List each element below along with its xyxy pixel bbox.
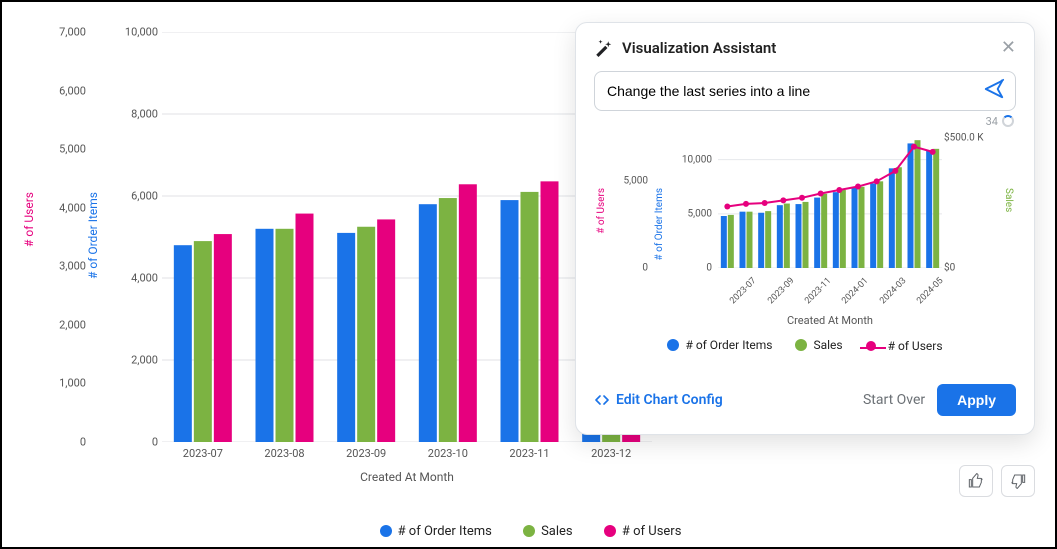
thumbs-down-icon (1010, 473, 1026, 489)
preview-plot-area (718, 138, 942, 268)
preview-y-label-users: # of Users (596, 188, 607, 234)
legend-item-sales[interactable]: Sales (523, 524, 573, 539)
preview-legend-users[interactable]: # of Users (866, 339, 943, 353)
preview-chart: # of Users # of Order Items Sales 05,000… (596, 138, 1014, 368)
y-axis-label-order-items: # of Order Items (86, 192, 100, 279)
spinner-icon (1002, 115, 1014, 127)
preview-xticks: 2023-072023-092023-112024-012024-032024-… (718, 272, 942, 312)
app-frame: # of Users # of Order Items 01,0002,0003… (0, 0, 1057, 549)
preview-yticks-users: 05,000 (608, 138, 648, 268)
y-axis-ticks-order-items: 02,0004,0006,0008,00010,000 (112, 32, 158, 442)
preview-card: # of Users # of Order Items Sales 05,000… (594, 134, 1016, 370)
code-icon (594, 392, 610, 408)
y-axis-ticks-users: 01,0002,0003,0004,0005,0006,0007,000 (40, 32, 86, 442)
preview-legend: # of Order Items Sales # of Users (596, 338, 1014, 354)
start-over-button[interactable]: Start Over (863, 392, 925, 408)
send-button[interactable] (983, 78, 1005, 104)
y-axis-label-users: # of Users (22, 192, 36, 247)
preview-yticks-sales: $0$500.0 K (944, 138, 1000, 268)
x-axis-ticks: 2023-072023-082023-092023-102023-112023-… (162, 447, 652, 467)
preview-legend-order-items[interactable]: # of Order Items (667, 338, 772, 352)
preview-xlabel: Created At Month (718, 314, 942, 327)
preview-legend-sales[interactable]: Sales (795, 338, 842, 352)
wand-icon (594, 39, 612, 57)
panel-title: Visualization Assistant (594, 39, 776, 57)
legend-item-order-items[interactable]: # of Order Items (380, 524, 492, 539)
countdown: 34 (596, 115, 1014, 128)
thumbs-up-icon (968, 473, 984, 489)
close-button[interactable]: ✕ (1001, 39, 1016, 57)
x-axis-label: Created At Month (162, 470, 652, 484)
prompt-input[interactable] (605, 82, 983, 100)
visualization-assistant-panel: Visualization Assistant ✕ 34 # of Users … (575, 22, 1035, 435)
feedback-buttons (959, 465, 1035, 497)
main-legend: # of Order Items Sales # of Users (2, 524, 1057, 542)
prompt-box (594, 71, 1016, 111)
edit-chart-config-link[interactable]: Edit Chart Config (594, 392, 723, 408)
preview-y-label-order-items: # of Order Items (654, 188, 665, 261)
legend-item-users[interactable]: # of Users (604, 524, 682, 539)
send-icon (983, 78, 1005, 100)
preview-y-label-sales: Sales (1003, 188, 1014, 212)
thumbs-up-button[interactable] (959, 465, 993, 497)
apply-button[interactable]: Apply (937, 384, 1016, 416)
thumbs-down-button[interactable] (1001, 465, 1035, 497)
preview-yticks-order-items: 05,00010,000 (668, 138, 712, 268)
